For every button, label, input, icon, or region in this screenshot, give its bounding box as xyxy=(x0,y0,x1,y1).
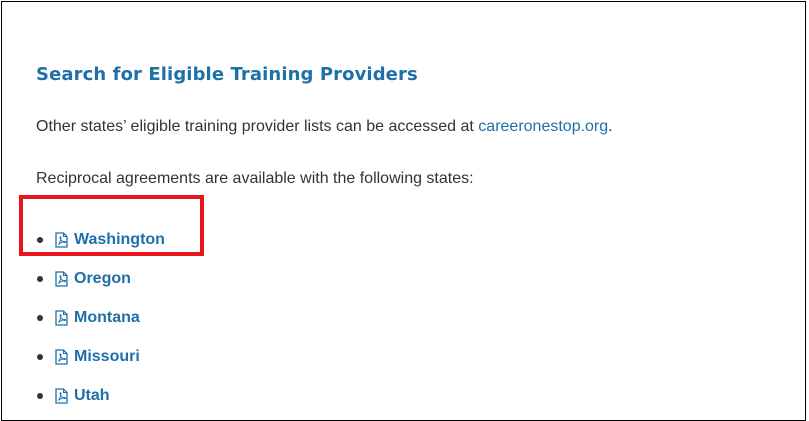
careeronestop-link[interactable]: careeronestop.org xyxy=(478,118,608,135)
state-link-montana[interactable]: Montana xyxy=(74,309,140,327)
bullet xyxy=(37,314,43,321)
reciprocal-paragraph: Reciprocal agreements are available with… xyxy=(36,170,474,187)
other-states-period: . xyxy=(608,118,613,135)
main-content: Search for Eligible Training Providers O… xyxy=(36,62,796,404)
state-link-utah[interactable]: Utah xyxy=(74,387,110,405)
list-item-oregon: Oregon xyxy=(36,259,165,298)
list-item-missouri: Missouri xyxy=(36,337,165,376)
state-link-oregon[interactable]: Oregon xyxy=(74,270,131,288)
bullet xyxy=(37,392,43,399)
bullet xyxy=(37,353,43,360)
list-item-utah: Utah xyxy=(36,376,165,415)
other-states-text: Other states’ eligible training provider… xyxy=(36,118,479,135)
bullet xyxy=(37,275,43,282)
pdf-file-icon xyxy=(55,387,68,404)
section-title: Search for Eligible Training Providers xyxy=(36,64,418,85)
pdf-file-icon xyxy=(55,309,68,326)
highlight-box xyxy=(19,195,204,256)
list-item-montana: Montana xyxy=(36,298,165,337)
pdf-file-icon xyxy=(55,348,68,365)
other-states-paragraph: Other states’ eligible training provider… xyxy=(36,116,613,138)
pdf-file-icon xyxy=(55,270,68,287)
state-link-missouri[interactable]: Missouri xyxy=(74,348,140,366)
